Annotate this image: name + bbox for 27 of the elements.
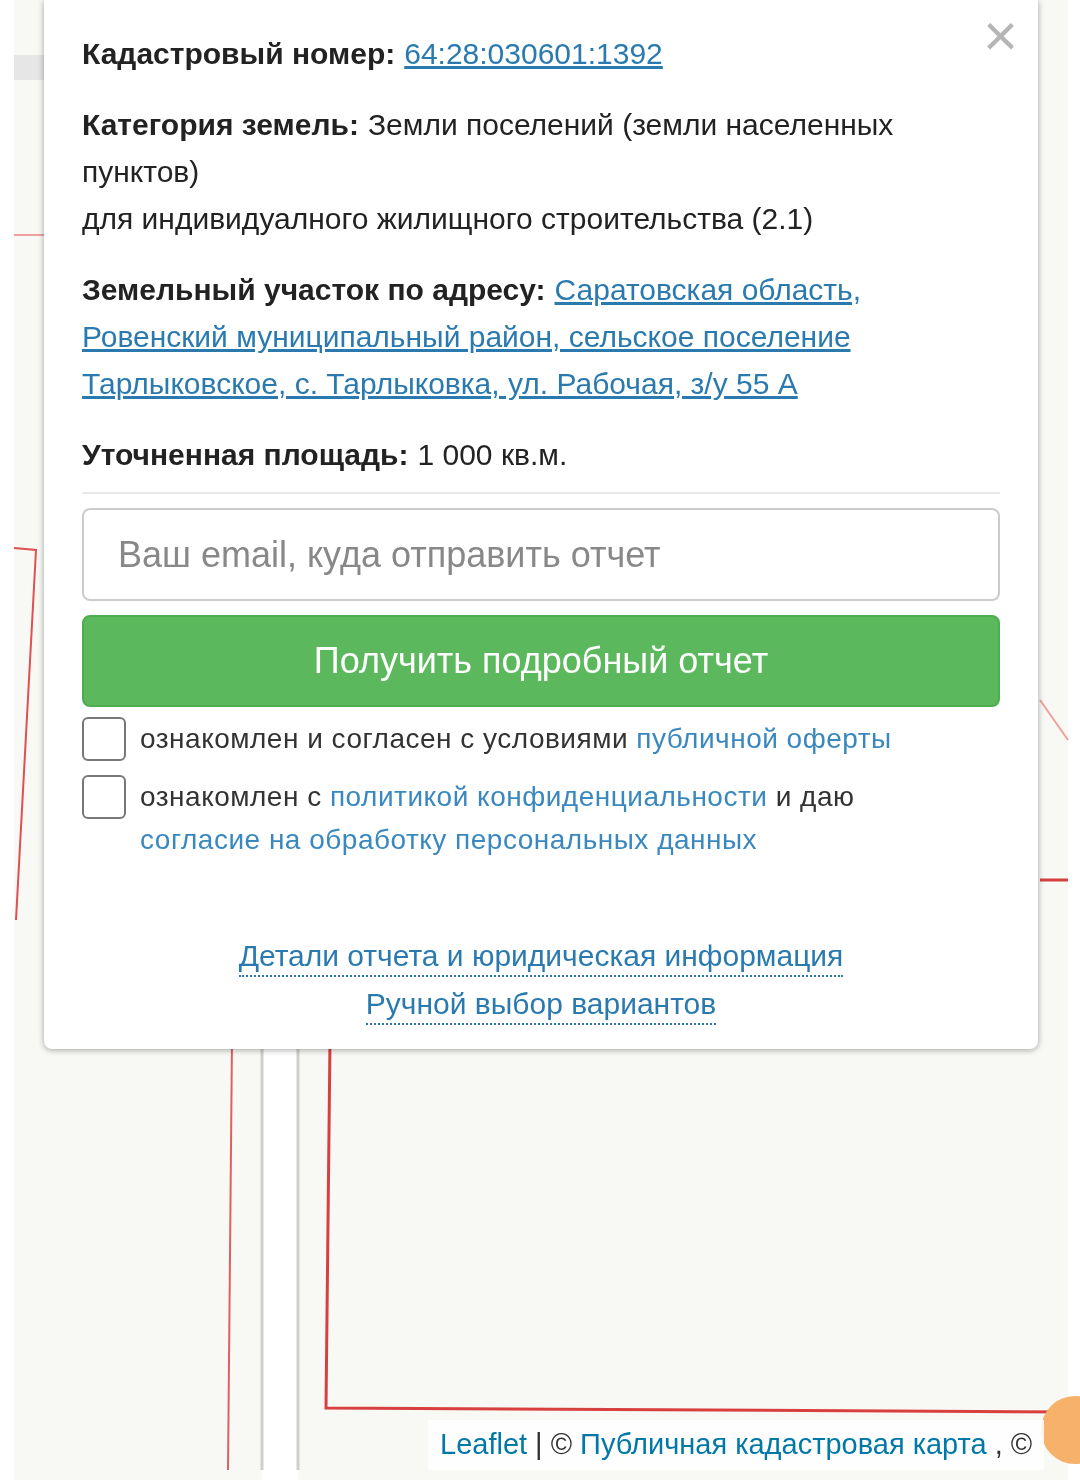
agreement-text: ознакомлен и согласен с условиями публичной оферты — [140, 722, 892, 756]
submit-button[interactable]: Получить подробный отчет — [82, 615, 1000, 707]
attribution-text: | © — [535, 1427, 573, 1463]
field-link[interactable]: Тарлыковское, с. Тарлыковка, ул. Рабочая, з/у 55 А — [82, 367, 798, 400]
info-link[interactable]: Детали отчета и юридическая информация — [238, 937, 844, 977]
attribution-text: , © — [994, 1427, 1033, 1463]
agreement-link[interactable]: согласие на обработку персональных данных — [140, 824, 758, 855]
info-link[interactable]: Ручной выбор вариантов — [365, 985, 717, 1025]
field-value: Земли поселений (земли населенных — [367, 107, 894, 143]
field-value: пунктов) — [82, 155, 200, 188]
field-label: Земельный участок по адресу: — [82, 272, 546, 308]
field-label: Уточненная площадь: — [82, 437, 409, 473]
agreement-link[interactable]: политикой конфиденциальности — [329, 781, 768, 812]
field-label: Категория земель: — [82, 107, 359, 143]
attribution-link[interactable]: Публичная кадастровая карта — [580, 1423, 987, 1467]
field-label: Кадастровый номер: — [82, 36, 396, 72]
checkbox[interactable] — [82, 775, 126, 819]
email-field[interactable]: Ваш email, куда отправить отчет — [82, 508, 1000, 601]
agreement-link[interactable]: публичной оферты — [636, 723, 892, 754]
checkbox[interactable] — [82, 717, 126, 761]
attribution-link[interactable]: Leaflet — [440, 1423, 528, 1467]
agreement-text: ознакомлен с политикой конфиденциальности и даю согласие на обработку персональных данных — [140, 780, 855, 857]
field-link[interactable]: 64:28:030601:1392 — [404, 30, 663, 77]
field-link[interactable]: Ровенский муниципальный район, сельское поселение — [82, 320, 851, 353]
field-link[interactable]: Саратовская область, — [554, 266, 862, 313]
field-note: для индивидуалного жилищного строительства (2.1) — [82, 201, 814, 237]
field-value: 1 000 кв.м. — [417, 437, 568, 473]
